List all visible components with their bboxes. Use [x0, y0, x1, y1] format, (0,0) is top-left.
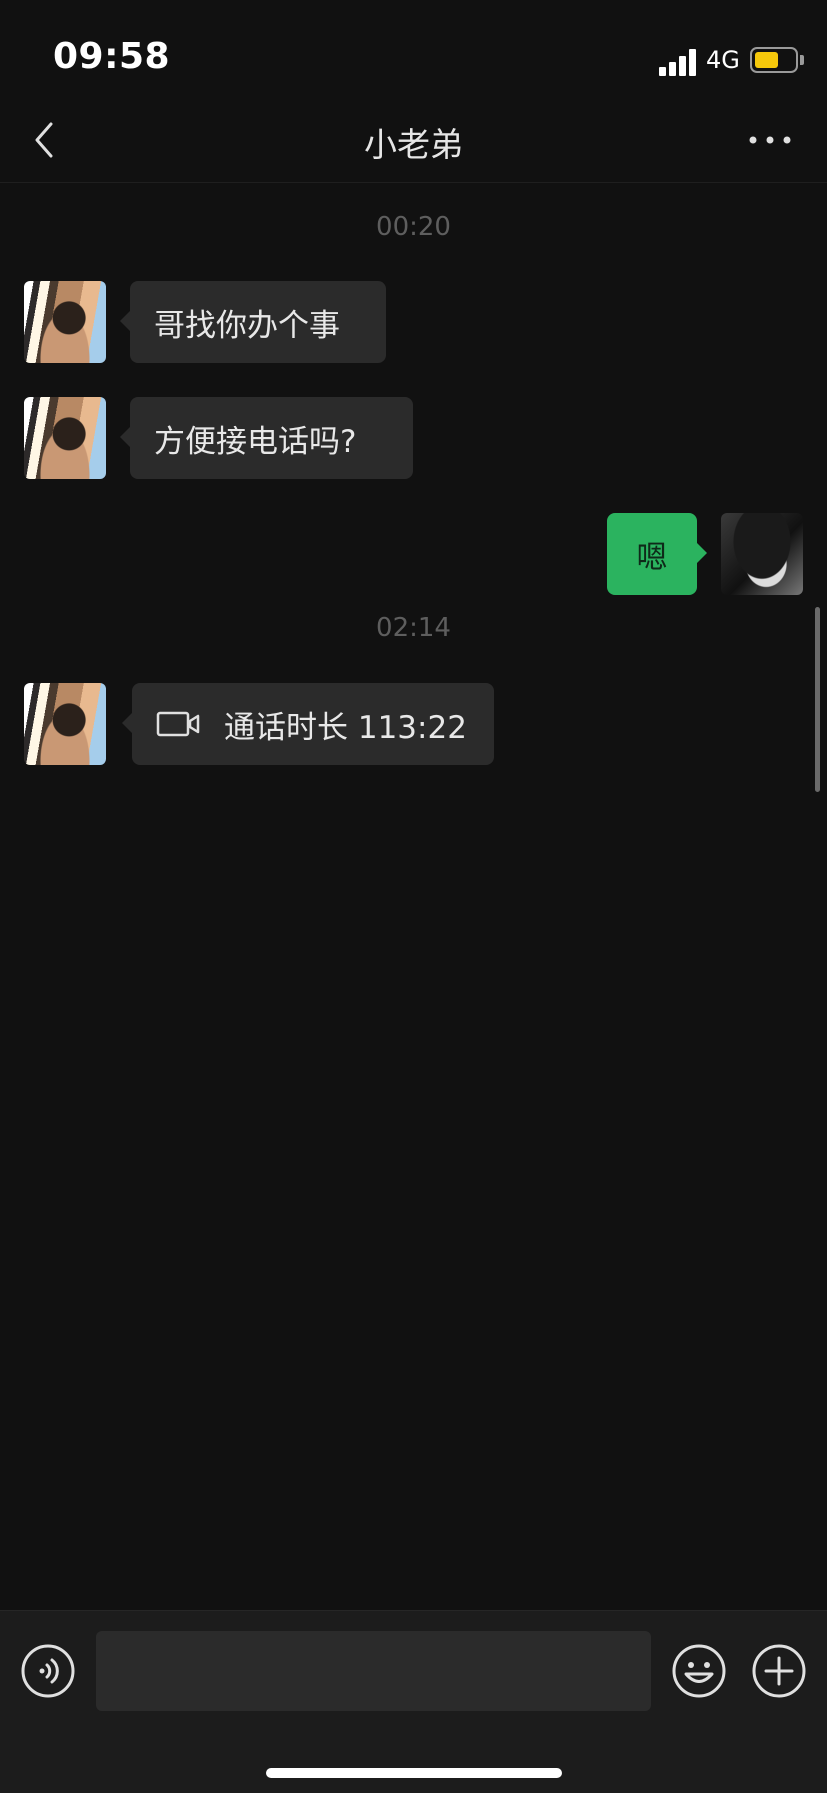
timestamp-label: 00:20	[376, 212, 451, 242]
message-text: 方便接电话吗?	[154, 423, 357, 460]
emoji-icon	[672, 1644, 726, 1698]
more-button[interactable]	[745, 120, 795, 160]
message-bubble-incoming[interactable]: 哥找你办个事	[120, 281, 386, 363]
voice-button[interactable]	[20, 1643, 76, 1699]
message-text: 哥找你办个事	[154, 307, 340, 344]
nav-bar: 小老弟	[0, 100, 827, 183]
status-bar: 09:58 4G	[0, 0, 827, 100]
chat-title: 小老弟	[364, 125, 463, 164]
plus-button[interactable]	[751, 1643, 807, 1699]
message-bubble-incoming[interactable]: 方便接电话吗?	[120, 397, 413, 479]
battery-icon	[750, 47, 798, 73]
input-bar	[0, 1610, 827, 1793]
timestamp-label: 02:14	[376, 613, 451, 643]
battery-tip	[800, 55, 804, 65]
more-dots-icon	[749, 136, 791, 144]
status-time: 09:58	[53, 36, 171, 77]
voice-icon	[21, 1644, 75, 1698]
emoji-button[interactable]	[671, 1643, 727, 1699]
battery-level	[755, 52, 778, 68]
my-avatar[interactable]	[721, 513, 803, 595]
video-camera-icon	[156, 711, 200, 737]
message-bubble-outgoing[interactable]: 嗯	[607, 513, 707, 595]
network-label: 4G	[706, 46, 740, 74]
scrollbar[interactable]	[815, 607, 820, 792]
message-text: 嗯	[636, 539, 668, 576]
video-call-record[interactable]: 通话时长 113:22	[122, 683, 494, 765]
plus-icon	[752, 1644, 806, 1698]
call-duration-text: 通话时长 113:22	[224, 709, 467, 746]
signal-icon	[659, 46, 699, 76]
friend-avatar[interactable]	[24, 683, 106, 765]
friend-avatar[interactable]	[24, 281, 106, 363]
friend-avatar[interactable]	[24, 397, 106, 479]
home-indicator[interactable]	[266, 1768, 562, 1778]
message-input[interactable]	[96, 1631, 651, 1711]
